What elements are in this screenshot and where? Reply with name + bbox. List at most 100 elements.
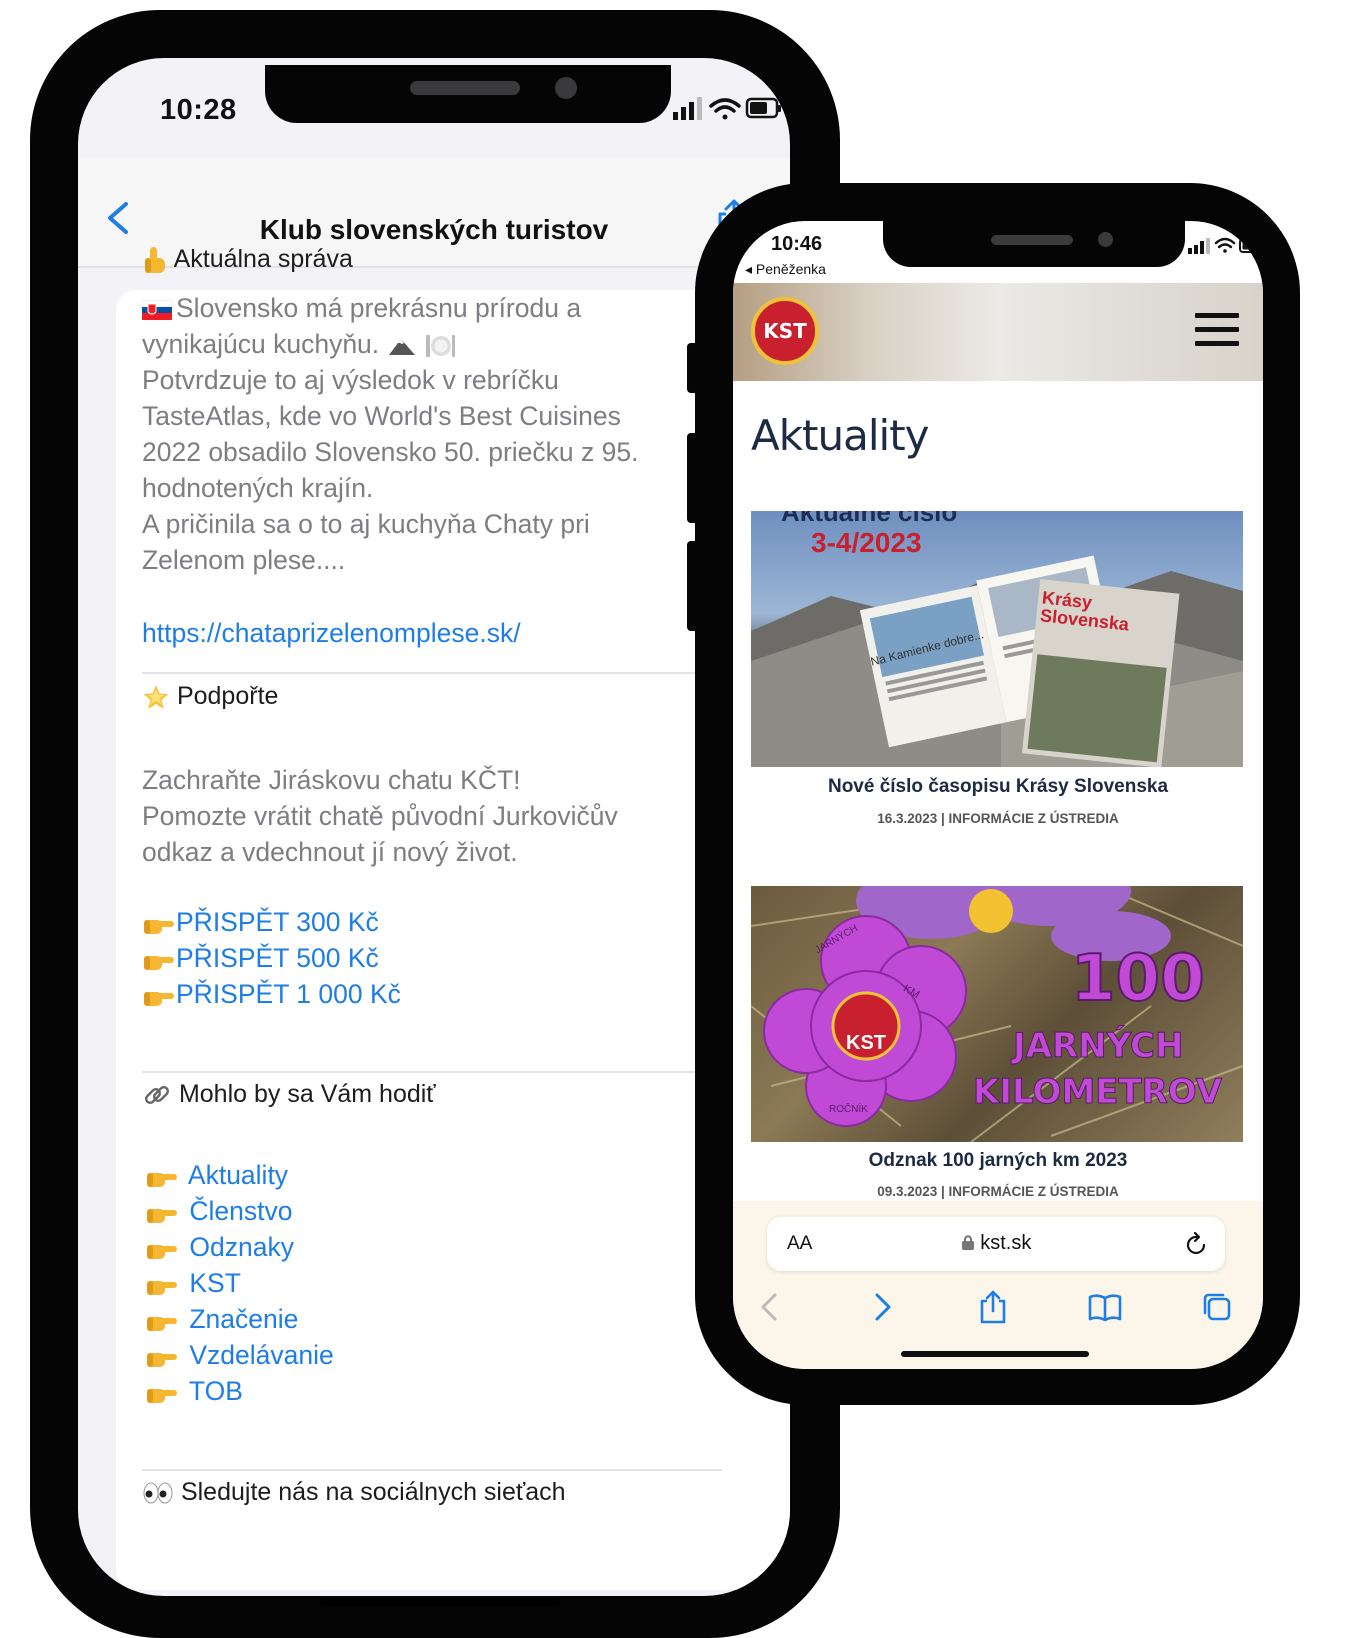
status-icons xyxy=(673,97,781,120)
battery-icon xyxy=(745,97,781,119)
safari-bottom-toolbar xyxy=(733,1289,1263,1329)
notch xyxy=(883,221,1185,267)
news-line-5: 2022 obsadilo Slovensko 50. priečku z 95… xyxy=(142,437,639,467)
pointing-right-icon xyxy=(147,1353,177,1367)
badge-text-bottom: ROČNÍK xyxy=(829,1104,868,1115)
front-camera xyxy=(1098,232,1113,247)
article-image-badge[interactable]: KST JARNÝCH KM ROČNÍK 100 JARNÝCH KILOME… xyxy=(751,886,1243,1142)
slovakia-flag-icon xyxy=(142,300,172,320)
donate-1000-link[interactable]: PŘISPĚT 1 000 Kč xyxy=(142,979,401,1010)
link-tob[interactable]: TOB xyxy=(142,1376,243,1407)
speaker xyxy=(410,81,520,95)
section-divider xyxy=(142,1469,722,1471)
issue-label-top: Aktuálne číslo xyxy=(781,511,958,527)
useful-section-header: Mohlo by sa Vám hodiť xyxy=(142,1080,436,1110)
pointing-right-icon xyxy=(147,1173,177,1187)
article-meta: 16.3.2023 | INFORMÁCIE Z ÚSTREDIA xyxy=(877,811,1119,826)
hamburger-menu-icon[interactable] xyxy=(1195,313,1239,347)
link-kst[interactable]: KST xyxy=(142,1268,241,1299)
side-button xyxy=(687,343,699,393)
chata-link[interactable]: https://chataprizelenomplese.sk/ xyxy=(142,618,521,649)
back-chevron-icon[interactable] xyxy=(753,1289,789,1325)
news-paragraph: Slovensko má prekrásnu prírodu a vynikaj… xyxy=(142,290,722,578)
link-vzdelavanie[interactable]: Vzdelávanie xyxy=(142,1340,334,1371)
badge-line-1: JARNÝCH xyxy=(1012,1026,1184,1067)
mountain-icon xyxy=(388,339,415,355)
safari-toolbar-area: AA kst.sk xyxy=(733,1201,1263,1369)
useful-header-text: Mohlo by sa Vám hodiť xyxy=(178,1080,436,1108)
support-paragraph: Zachraňte Jiráskovu chatu KČT! Pomozte v… xyxy=(142,765,618,867)
speaker xyxy=(991,235,1073,245)
donate-300-link[interactable]: PŘISPĚT 300 Kč xyxy=(142,907,379,938)
pointing-right-icon xyxy=(144,920,174,934)
home-indicator[interactable] xyxy=(320,1598,560,1606)
article-meta: 09.3.2023 | INFORMÁCIE Z ÚSTREDIA xyxy=(877,1184,1119,1199)
pointing-right-icon xyxy=(147,1209,177,1223)
wifi-icon xyxy=(1214,237,1236,253)
article-title[interactable]: Nové číslo časopisu Krásy Slovenska xyxy=(733,776,1263,798)
social-section-header: Sledujte nás na sociálnych sieťach xyxy=(142,1478,566,1507)
cellular-signal-icon xyxy=(673,97,702,120)
link-aktuality[interactable]: Aktuality xyxy=(142,1160,288,1191)
news-line-8: Zelenom plese.... xyxy=(142,545,346,575)
wifi-icon xyxy=(709,98,741,120)
news-header-text: Aktuálna správa xyxy=(173,245,353,273)
eyes-icon xyxy=(143,1482,173,1504)
badge-big-number: 100 xyxy=(1070,941,1206,1017)
news-line-6: hodnotených krajín. xyxy=(142,473,374,503)
pointing-right-icon xyxy=(144,992,174,1006)
article-title[interactable]: Odznak 100 jarných km 2023 xyxy=(733,1150,1263,1172)
news-line-3: Potvrdzuje to aj výsledok v rebríčku xyxy=(142,365,559,395)
page-heading: Aktuality xyxy=(751,411,930,460)
news-line-4: TasteAtlas, kde vo World's Best Cuisines xyxy=(142,401,621,431)
pointing-right-icon xyxy=(147,1245,177,1259)
plate-cutlery-icon xyxy=(425,335,455,357)
tabs-icon[interactable] xyxy=(1199,1289,1235,1325)
reload-icon[interactable] xyxy=(1185,1231,1209,1257)
volume-down-button xyxy=(687,541,699,631)
front-camera xyxy=(555,77,577,99)
volume-up-button xyxy=(687,433,699,523)
link-odznaky[interactable]: Odznaky xyxy=(142,1232,294,1263)
section-divider xyxy=(142,1071,722,1073)
status-time: 10:28 xyxy=(160,94,237,126)
news-section-header: Aktuálna správa xyxy=(142,245,353,275)
news-line-7: A pričinila sa o to aj kuchyňa Chaty pri xyxy=(142,509,590,539)
issue-number: 3-4/2023 xyxy=(811,527,922,558)
kst-logo[interactable]: KST xyxy=(751,297,819,365)
back-to-app-link[interactable]: ◂ Peněženka xyxy=(745,261,826,278)
link-icon xyxy=(144,1086,170,1105)
bookmarks-book-icon[interactable] xyxy=(1087,1289,1123,1325)
url-display[interactable]: kst.sk xyxy=(767,1232,1225,1255)
news-line-2: vynikajúcu kuchyňu. xyxy=(142,326,722,362)
phone-right-screen: 10:46 ◂ Peněženka KST Aktuality Aktuálne… xyxy=(733,221,1263,1369)
support-section-header: Podpořte xyxy=(142,682,278,711)
phone-right: 10:46 ◂ Peněženka KST Aktuality Aktuálne… xyxy=(687,183,1300,1405)
forward-chevron-icon[interactable] xyxy=(863,1289,899,1325)
status-time: 10:46 xyxy=(771,233,823,255)
donate-500-link[interactable]: PŘISPĚT 500 Kč xyxy=(142,943,379,974)
glowing-star-icon xyxy=(143,685,169,710)
lock-icon xyxy=(961,1235,974,1250)
article-image-magazine[interactable]: Aktuálne číslo 3-4/2023 Na Kamienke dobr… xyxy=(751,511,1243,767)
share-icon[interactable] xyxy=(975,1289,1011,1325)
link-clenstvo[interactable]: Členstvo xyxy=(142,1196,292,1227)
home-indicator[interactable] xyxy=(901,1351,1089,1357)
pointing-right-icon xyxy=(147,1389,177,1403)
badge-line-2: KILOMETROV xyxy=(972,1072,1223,1113)
cellular-signal-icon xyxy=(1188,238,1210,254)
battery-icon xyxy=(1239,238,1263,253)
pointing-right-icon xyxy=(144,956,174,970)
link-znacenie[interactable]: Značenie xyxy=(142,1304,298,1335)
address-bar[interactable]: AA kst.sk xyxy=(767,1217,1225,1271)
pointing-right-icon xyxy=(147,1281,177,1295)
status-icons xyxy=(1188,237,1263,254)
pointing-up-icon xyxy=(145,247,165,274)
nav-title: Klub slovenských turistov xyxy=(259,214,609,245)
pointing-right-icon xyxy=(147,1317,177,1331)
back-chevron-icon[interactable] xyxy=(98,198,138,238)
section-divider xyxy=(142,672,722,674)
notch xyxy=(265,65,671,123)
badge-center-text: KST xyxy=(846,1032,886,1054)
news-line-1: Slovensko má prekrásnu prírodu a xyxy=(142,290,722,326)
